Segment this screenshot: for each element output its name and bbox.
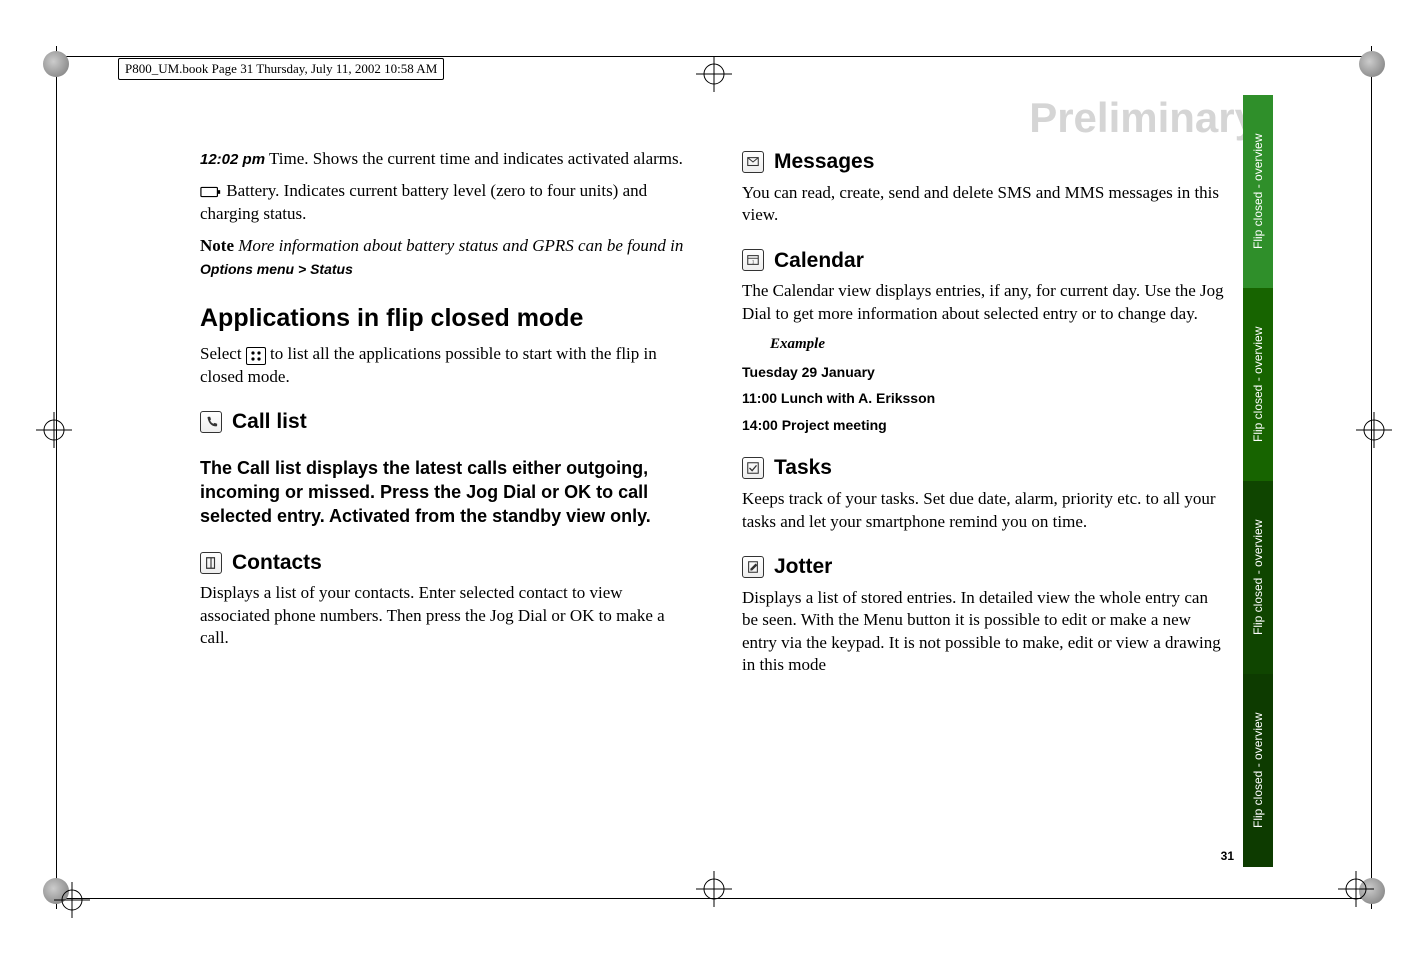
jotter-title: Jotter (774, 553, 832, 581)
select-text-a: Select (200, 344, 246, 363)
calendar-body: The Calendar view displays entries, if a… (742, 280, 1228, 325)
registration-mark-icon (1344, 36, 1400, 92)
time-label: 12:02 pm (200, 151, 265, 168)
crosshair-icon (694, 869, 734, 909)
running-header: P800_UM.book Page 31 Thursday, July 11, … (118, 58, 444, 80)
select-text-b: to list all the applications possible to… (200, 344, 657, 385)
svg-text:1: 1 (752, 260, 755, 266)
messages-body: You can read, create, send and delete SM… (742, 182, 1228, 227)
battery-paragraph: Battery. Indicates current battery level… (200, 180, 686, 225)
battery-icon (200, 184, 222, 200)
app-grid-icon (246, 347, 266, 365)
side-tab: Flip closed - overview (1243, 95, 1273, 288)
watermark-text: Preliminary (1029, 94, 1258, 142)
jotter-heading: Jotter (742, 553, 1228, 581)
call-list-title: Call list (232, 408, 307, 436)
battery-text: Battery. Indicates current battery level… (200, 181, 647, 222)
example-line-2: 11:00 Lunch with A. Eriksson (742, 389, 1228, 407)
crosshair-icon (34, 410, 74, 450)
time-paragraph: 12:02 pm Time. Shows the current time an… (200, 148, 686, 170)
contacts-heading: Contacts (200, 549, 686, 577)
messages-icon (742, 151, 764, 173)
contacts-icon (200, 552, 222, 574)
example-line-1: Tuesday 29 January (742, 363, 1228, 381)
time-text: Time. Shows the current time and indicat… (265, 149, 683, 168)
call-list-heading: Call list (200, 408, 686, 436)
call-list-icon (200, 411, 222, 433)
call-list-body: The Call list displays the latest calls … (200, 456, 686, 529)
menu-path: Options menu > Status (200, 261, 353, 277)
side-tab: Flip closed - overview (1243, 288, 1273, 481)
note-text: More information about battery status an… (234, 236, 683, 255)
calendar-title: Calendar (774, 247, 864, 275)
contacts-title: Contacts (232, 549, 322, 577)
select-paragraph: Select to list all the applications poss… (200, 343, 686, 388)
side-tab: Flip closed - overview (1243, 481, 1273, 674)
example-label: Example (742, 335, 1228, 355)
messages-heading: Messages (742, 148, 1228, 176)
calendar-heading: 1 Calendar (742, 247, 1228, 275)
side-tabs: Flip closed - overview Flip closed - ove… (1243, 95, 1273, 867)
page-content: 12:02 pm Time. Shows the current time an… (200, 148, 1228, 815)
jotter-icon (742, 556, 764, 578)
tasks-body: Keeps track of your tasks. Set due date,… (742, 488, 1228, 533)
left-column: 12:02 pm Time. Shows the current time an… (200, 148, 686, 815)
calendar-icon: 1 (742, 249, 764, 271)
registration-mark-icon (28, 36, 84, 92)
applications-heading: Applications in flip closed mode (200, 302, 686, 335)
crosshair-icon (694, 54, 734, 94)
page-number: 31 (1221, 849, 1234, 863)
tasks-heading: Tasks (742, 454, 1228, 482)
note-label: Note (200, 236, 234, 255)
jotter-body: Displays a list of stored entries. In de… (742, 587, 1228, 677)
note-paragraph: Note More information about battery stat… (200, 235, 686, 280)
side-tab: Flip closed - overview (1243, 674, 1273, 867)
tasks-title: Tasks (774, 454, 832, 482)
crosshair-icon (52, 880, 92, 920)
example-line-3: 14:00 Project meeting (742, 416, 1228, 434)
tasks-icon (742, 457, 764, 479)
messages-title: Messages (774, 148, 874, 176)
crosshair-icon (1336, 869, 1376, 909)
contacts-body: Displays a list of your contacts. Enter … (200, 582, 686, 649)
right-column: Messages You can read, create, send and … (742, 148, 1228, 815)
crosshair-icon (1354, 410, 1394, 450)
